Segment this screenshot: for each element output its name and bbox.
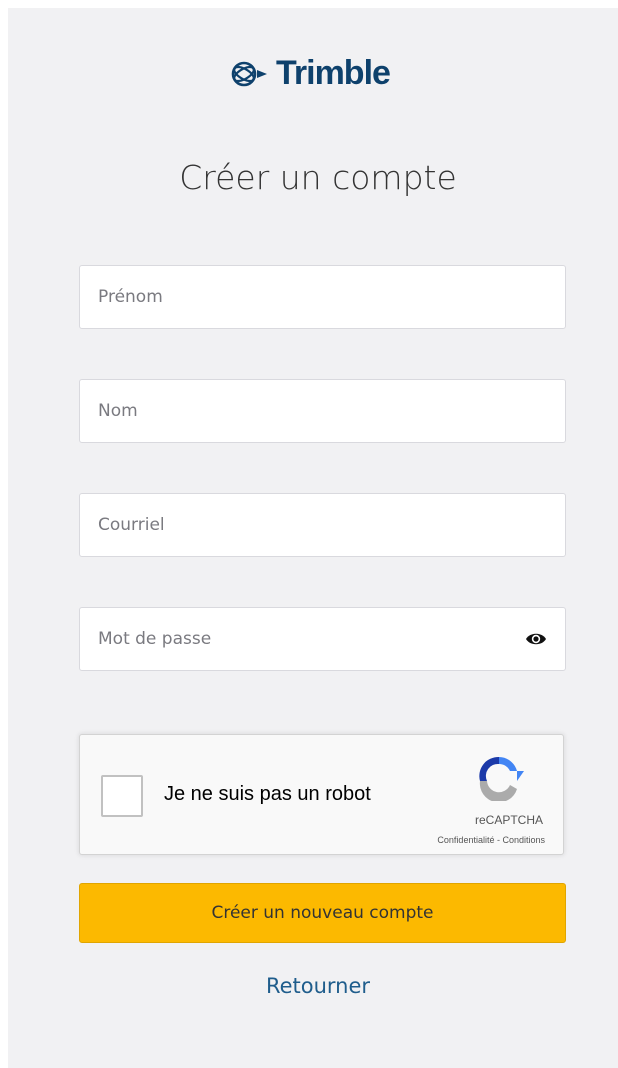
last-name-input[interactable] [80, 380, 565, 442]
captcha-brand: reCAPTCHA [474, 813, 543, 827]
last-name-field[interactable] [79, 379, 566, 443]
eye-icon[interactable] [525, 630, 547, 648]
captcha-links: Confidentialité - Conditions [437, 835, 545, 845]
brand-name: Trimble [276, 54, 391, 92]
recaptcha-widget: Je ne suis pas un robot reCAPTCHA Confid… [79, 734, 564, 855]
page-title: Créer un compte [179, 158, 457, 197]
trimble-globe-icon [231, 61, 267, 86]
password-input[interactable] [80, 608, 565, 670]
email-field[interactable] [79, 493, 566, 557]
email-input[interactable] [80, 494, 565, 556]
recaptcha-icon [479, 756, 524, 801]
captcha-label: Je ne suis pas un robot [164, 783, 371, 805]
first-name-field[interactable] [79, 265, 566, 329]
captcha-privacy-link[interactable]: Confidentialité [437, 835, 494, 845]
captcha-terms-link[interactable]: Conditions [502, 835, 545, 845]
captcha-checkbox[interactable] [101, 775, 143, 817]
first-name-input[interactable] [80, 266, 565, 328]
back-link[interactable]: Retourner [8, 974, 618, 998]
password-field[interactable] [79, 607, 566, 671]
create-account-button[interactable]: Créer un nouveau compte [79, 883, 566, 943]
signup-panel: Trimble Créer un compte Je ne suis pas u… [8, 8, 618, 1068]
brand-logo: Trimble [230, 54, 391, 93]
